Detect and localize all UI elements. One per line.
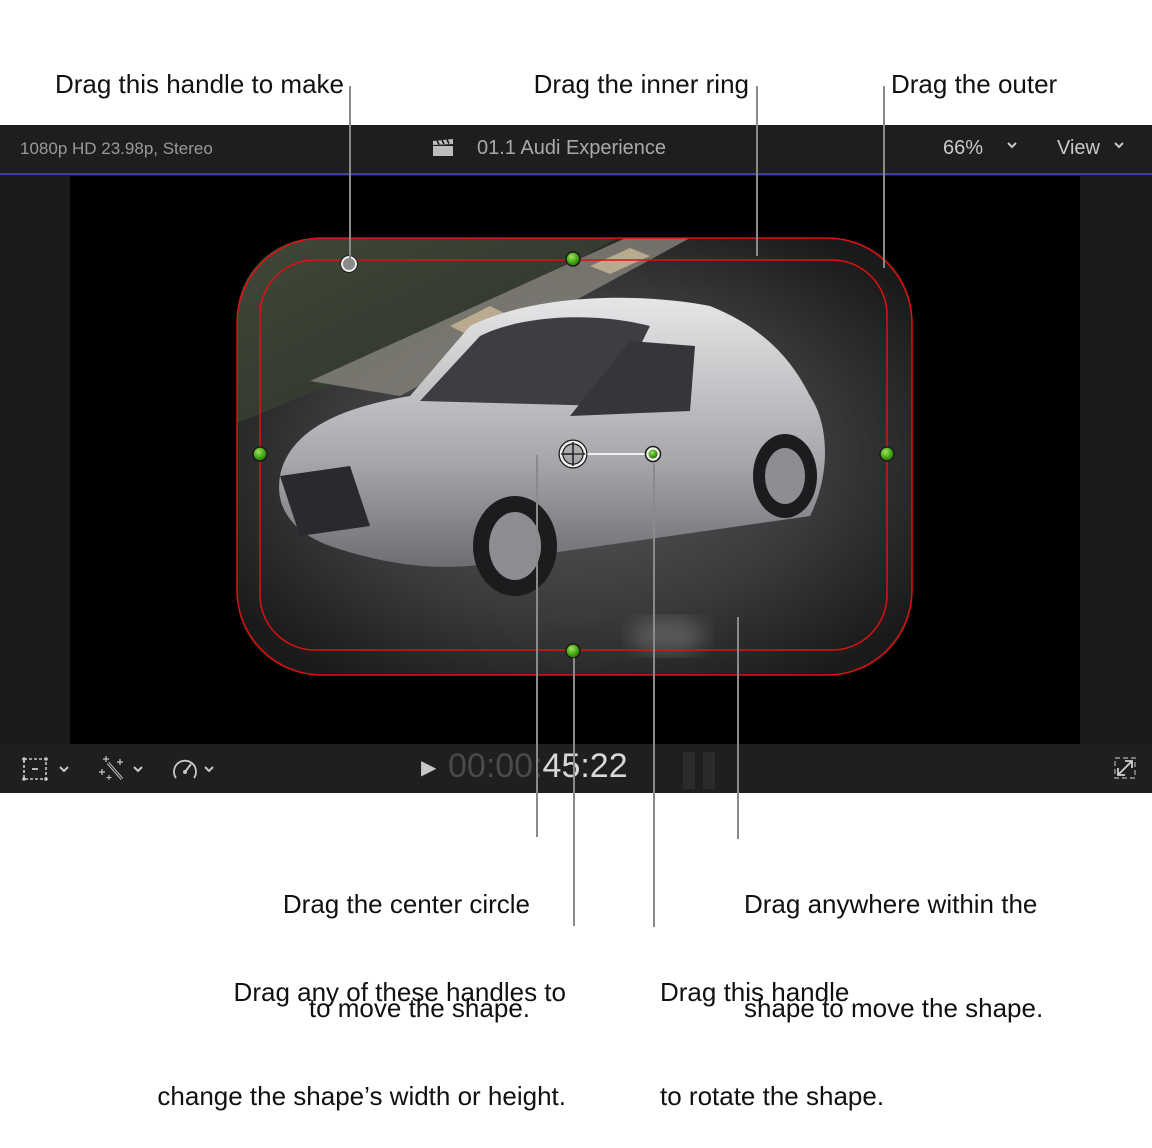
viewer-top-bar: 1080p HD 23.98p, Stereo 01.1 Audi Experi… bbox=[0, 125, 1152, 175]
viewer-pillarbox-right bbox=[1080, 176, 1152, 744]
leader-outer-edge bbox=[883, 86, 885, 268]
video-canvas[interactable] bbox=[70, 176, 1080, 744]
viewer-pillarbox-left bbox=[0, 176, 70, 744]
rotation-handle[interactable] bbox=[644, 445, 662, 463]
zoom-chevron-down-icon[interactable] bbox=[1006, 137, 1018, 154]
view-chevron-down-icon[interactable] bbox=[1113, 137, 1125, 154]
center-circle[interactable] bbox=[558, 439, 588, 469]
magic-wand-icon[interactable] bbox=[98, 755, 128, 788]
callout-rotate-handle: Drag this handle to rotate the shape. bbox=[660, 977, 885, 1111]
view-menu-button[interactable]: View bbox=[1057, 137, 1100, 160]
transform-chevron-down-icon[interactable] bbox=[58, 761, 70, 779]
leader-size-handle bbox=[573, 658, 575, 926]
format-label: 1080p HD 23.98p, Stereo bbox=[20, 139, 213, 158]
leader-anywhere bbox=[737, 617, 739, 839]
viewer-window: 1080p HD 23.98p, Stereo 01.1 Audi Experi… bbox=[0, 125, 1152, 793]
enhance-chevron-down-icon[interactable] bbox=[132, 761, 144, 779]
size-handle-bottom[interactable] bbox=[565, 643, 581, 659]
leader-rotate-handle bbox=[653, 462, 655, 927]
timecode-current: 45:22 bbox=[542, 747, 628, 785]
viewer-bottom-bar: ▶ 00:00:45:22 bbox=[0, 744, 1152, 793]
leader-center-circle bbox=[536, 455, 538, 837]
leader-inner-ring bbox=[756, 86, 758, 256]
audio-meter-left bbox=[683, 752, 695, 789]
zoom-level-button[interactable]: 66% bbox=[943, 137, 983, 160]
clapperboard-icon bbox=[433, 139, 453, 156]
callout-size-handles: Drag any of these handles to change the … bbox=[157, 977, 566, 1111]
audio-meter-right bbox=[703, 752, 715, 789]
shape-mask-overlay[interactable] bbox=[70, 176, 1080, 744]
transform-icon[interactable] bbox=[22, 757, 48, 786]
play-button[interactable]: ▶ bbox=[421, 755, 436, 780]
size-handle-top[interactable] bbox=[565, 251, 581, 267]
size-handle-right[interactable] bbox=[879, 446, 895, 462]
fullscreen-icon[interactable] bbox=[1114, 757, 1136, 784]
size-handle-left[interactable] bbox=[252, 446, 268, 462]
speedometer-icon[interactable] bbox=[171, 756, 199, 787]
retime-chevron-down-icon[interactable] bbox=[203, 761, 215, 779]
timecode-leading: 00:00: bbox=[448, 747, 543, 785]
leader-shape-handle bbox=[349, 86, 351, 263]
clip-title: 01.1 Audi Experience bbox=[477, 137, 667, 159]
